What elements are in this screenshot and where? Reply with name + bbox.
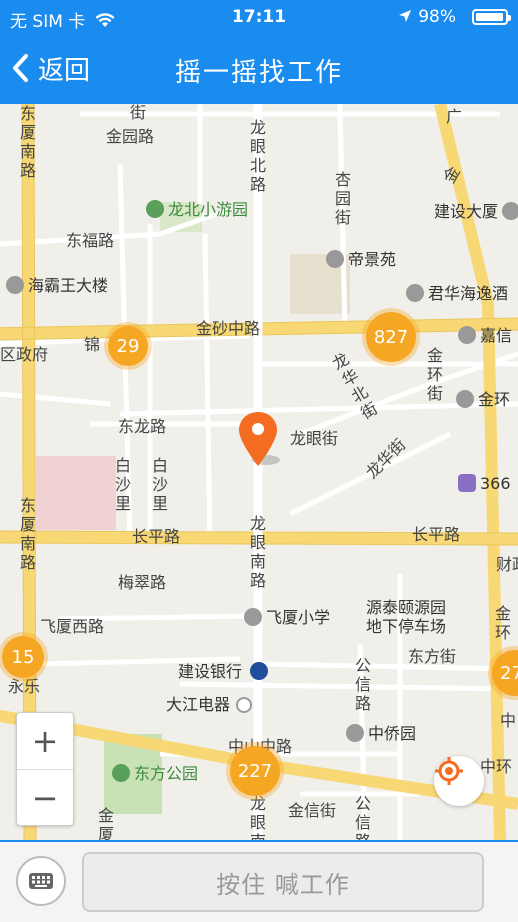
road-label: 金砂中路 <box>196 319 261 338</box>
building-icon <box>326 250 344 268</box>
building-icon <box>502 202 518 220</box>
poi-bank[interactable]: 建设银行 <box>178 662 269 681</box>
road-label: 中 <box>500 711 517 730</box>
road-label: 杏园街 <box>334 170 351 227</box>
poi-building[interactable]: 建设大厦 <box>434 202 518 221</box>
building-icon <box>458 326 476 344</box>
poi-hotel[interactable]: 君华海逸酒 <box>406 284 508 303</box>
page-title: 摇一摇找工作 <box>174 58 343 88</box>
battery-icon <box>472 9 511 25</box>
poi-store[interactable]: 大江电器 <box>166 696 256 714</box>
hotel-icon <box>406 284 424 302</box>
road-label: 中环 <box>480 757 513 776</box>
job-cluster[interactable]: 29 <box>108 326 148 366</box>
bottom-bar: 按住 喊工作 <box>0 840 518 922</box>
poi-parking[interactable]: 源泰颐源园 地下停车场 <box>366 598 446 636</box>
road-label: 长平路 <box>132 527 181 546</box>
job-cluster[interactable]: 15 <box>2 636 44 678</box>
poi-building[interactable]: 帝景苑 <box>326 250 396 269</box>
road-label: 区政府 <box>0 345 49 364</box>
road-label: 财政 <box>496 555 518 574</box>
top-bar: 无 SIM 卡 17:11 98% 返回 摇一摇找工作 <box>0 0 518 104</box>
job-cluster[interactable]: 827 <box>366 312 416 362</box>
poi-building[interactable]: 中侨园 <box>346 724 416 743</box>
road-label: 东厦南路 <box>19 496 36 572</box>
locate-button[interactable] <box>434 756 484 806</box>
road-label: 金厦 <box>97 806 114 840</box>
poi-school[interactable]: 飞厦小学 <box>244 608 330 627</box>
battery-percent: 98% <box>398 7 456 27</box>
road-label: 金信街 <box>288 801 337 820</box>
store-icon <box>236 697 253 713</box>
road-label: 锦 <box>84 335 101 354</box>
road-label: 龙眼街 <box>290 429 339 448</box>
road-label: 长平路 <box>412 525 461 544</box>
poi-building[interactable]: 海霸王大楼 <box>6 276 108 295</box>
status-bar: 无 SIM 卡 17:11 98% <box>0 0 518 34</box>
school-icon <box>244 608 262 626</box>
nav-bar: 返回 摇一摇找工作 <box>0 34 518 104</box>
park-icon <box>112 764 130 782</box>
road-label: 梅翠路 <box>118 573 167 592</box>
road-label: 东龙路 <box>118 417 167 436</box>
shop-icon <box>458 474 476 492</box>
road-label: 广 <box>446 107 463 126</box>
road-label: 公信路 <box>354 794 371 840</box>
park-icon <box>146 200 164 218</box>
road-label: 飞厦西路 <box>40 617 105 636</box>
zoom-control: + − <box>16 712 74 826</box>
building-icon <box>456 390 474 408</box>
poi-park[interactable]: 东方公园 <box>112 764 198 783</box>
road-label: 龙眼南路 <box>249 514 266 590</box>
road-label: 金环 <box>494 604 511 642</box>
road-label: 龙眼南 <box>249 794 266 840</box>
location-pin-icon <box>239 412 280 466</box>
zoom-out-button[interactable]: − <box>17 770 73 826</box>
road-label: 白沙里 <box>114 456 131 513</box>
poi-building[interactable]: 金环 <box>456 390 510 409</box>
road-label: 街 <box>130 104 147 122</box>
crosshair-icon <box>435 757 463 785</box>
road-label: 金园路 <box>106 127 155 146</box>
bank-icon <box>250 662 269 680</box>
poi-building[interactable]: 嘉信 <box>458 326 512 345</box>
location-arrow-icon <box>399 10 412 22</box>
road-label: 永乐 <box>8 677 41 696</box>
map-view[interactable]: 东厦南路 东厦南路 金砂中路 长平路 长平路 中山中路 龙眼北路 龙眼南路 龙眼… <box>0 104 518 840</box>
building-icon <box>6 276 24 294</box>
road-label: 东厦南路 <box>19 104 36 180</box>
road-label: 白沙里 <box>151 456 168 513</box>
zoom-in-button[interactable]: + <box>17 713 73 770</box>
road-label: 金环街 <box>426 346 443 403</box>
keyboard-toggle-button[interactable] <box>16 856 66 906</box>
road-label: 东方街 <box>408 647 457 666</box>
block-area <box>36 456 116 530</box>
poi-park[interactable]: 龙北小游园 <box>146 200 248 219</box>
road-label: 东福路 <box>66 231 115 250</box>
road-label: 公信路 <box>354 656 371 713</box>
road-label: 龙眼北路 <box>249 118 266 194</box>
job-cluster[interactable]: 227 <box>230 746 280 796</box>
poi-shop[interactable]: 366 <box>458 474 511 493</box>
building-icon <box>346 724 364 742</box>
keyboard-icon <box>29 873 53 889</box>
hold-to-talk-button[interactable]: 按住 喊工作 <box>82 852 484 912</box>
